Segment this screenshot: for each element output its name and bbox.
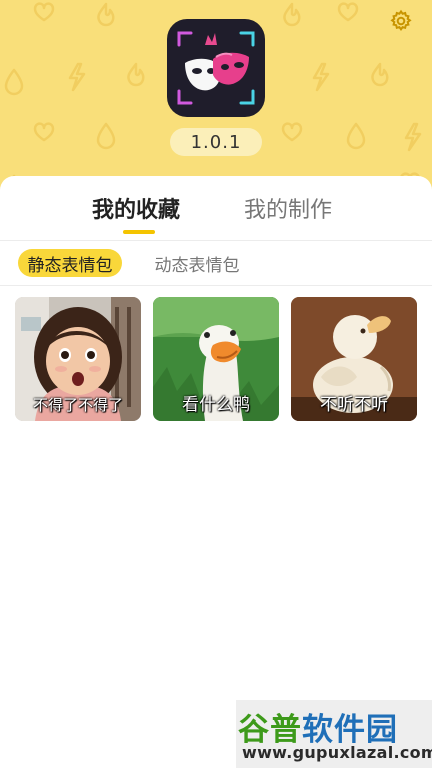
tab-animated-stickers[interactable]: 动态表情包 — [150, 249, 244, 277]
sticker-card[interactable]: 不得了不得了 — [15, 297, 141, 421]
sub-tab-bar: 静态表情包 动态表情包 — [0, 241, 432, 285]
tab-my-creations[interactable]: 我的制作 — [244, 192, 332, 224]
app-logo — [167, 19, 265, 117]
sticker-caption: 不听不听 — [320, 395, 388, 415]
tab-static-stickers[interactable]: 静态表情包 — [18, 249, 122, 277]
active-tab-indicator — [123, 230, 155, 234]
favorites-page: 1.0.1 我的收藏 我的制作 静态表情包 动态表情包 不得了不得了 看什么鸭 … — [0, 0, 432, 768]
content-card: 我的收藏 我的制作 静态表情包 动态表情包 不得了不得了 看什么鸭 不听不听 — [0, 176, 432, 768]
divider — [0, 285, 432, 286]
watermark-url: www.gupuxlazal.com — [242, 743, 432, 762]
header: 1.0.1 — [0, 0, 432, 200]
sticker-card[interactable]: 不听不听 — [291, 297, 417, 421]
sticker-card[interactable]: 看什么鸭 — [153, 297, 279, 421]
settings-button[interactable] — [388, 8, 414, 34]
main-tab-bar: 我的收藏 我的制作 — [0, 176, 432, 240]
tab-my-favorites[interactable]: 我的收藏 — [92, 192, 180, 224]
watermark: 谷普软件园 www.gupuxlazal.com — [236, 700, 432, 768]
sticker-caption: 不得了不得了 — [32, 396, 123, 414]
carnival-mask-icon — [177, 31, 255, 105]
version-badge: 1.0.1 — [170, 128, 262, 156]
gear-icon — [390, 9, 412, 32]
sticker-caption: 看什么鸭 — [182, 395, 250, 415]
sticker-grid: 不得了不得了 看什么鸭 不听不听 — [0, 297, 432, 421]
